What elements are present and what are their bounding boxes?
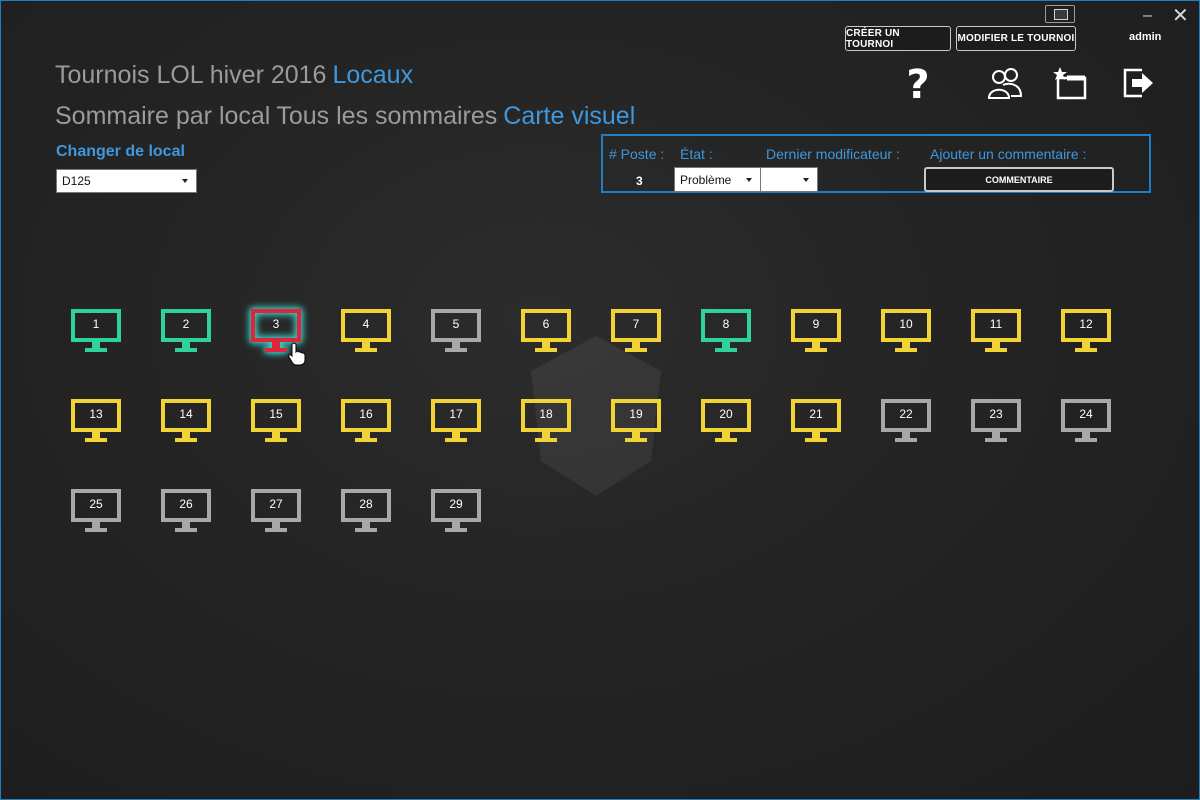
station-number: 26 — [179, 496, 193, 511]
station-12[interactable]: 12 — [1056, 301, 1116, 361]
nav-link-carte-visuel[interactable]: Carte visuel — [503, 102, 635, 130]
hand-cursor-icon — [288, 342, 306, 366]
local-select[interactable]: D125 — [56, 169, 197, 193]
station-number: 13 — [89, 406, 103, 421]
station-number: 28 — [359, 496, 373, 511]
station-20[interactable]: 20 — [696, 391, 756, 451]
station-number: 8 — [722, 316, 730, 331]
exit-icon[interactable] — [1120, 65, 1156, 101]
station-number: 1 — [92, 316, 100, 331]
station-21[interactable]: 21 — [786, 391, 846, 451]
modificateur-label: Dernier modificateur : — [766, 146, 900, 162]
station-number: 20 — [719, 406, 733, 421]
commentaire-label: Ajouter un commentaire : — [930, 146, 1087, 162]
station-6[interactable]: 6 — [516, 301, 576, 361]
station-info-panel: # Poste : État : Dernier modificateur : … — [601, 134, 1151, 193]
station-number: 23 — [989, 406, 1003, 421]
station-17[interactable]: 17 — [426, 391, 486, 451]
station-number: 14 — [179, 406, 193, 421]
dropdown-caret-icon — [746, 177, 752, 182]
station-number: 2 — [182, 316, 190, 331]
station-number: 6 — [542, 316, 550, 331]
station-28[interactable]: 28 — [336, 481, 396, 541]
poste-value: 3 — [636, 174, 643, 188]
app-window: – ✕ CRÉER UN TOURNOI MODIFIER LE TOURNOI… — [0, 0, 1200, 800]
station-27[interactable]: 27 — [246, 481, 306, 541]
station-26[interactable]: 26 — [156, 481, 216, 541]
station-number: 5 — [452, 316, 460, 331]
station-number: 7 — [632, 316, 640, 331]
station-1[interactable]: 1 — [66, 301, 126, 361]
poste-label: # Poste : — [609, 146, 665, 162]
change-local-label: Changer de local — [56, 143, 185, 160]
station-16[interactable]: 16 — [336, 391, 396, 451]
station-4[interactable]: 4 — [336, 301, 396, 361]
nav-link-tous-sommaires[interactable]: Tous les sommaires — [276, 102, 497, 130]
station-number: 3 — [272, 316, 280, 331]
new-window-icon[interactable] — [1053, 65, 1089, 101]
help-icon[interactable]: ? — [900, 65, 936, 101]
nav-link-sommaire-local[interactable]: Sommaire par local — [55, 102, 270, 130]
etat-label: État : — [680, 146, 713, 162]
station-number: 25 — [89, 496, 103, 511]
station-number: 4 — [362, 316, 370, 331]
station-number: 10 — [899, 316, 913, 331]
etat-select[interactable]: Problème — [674, 167, 761, 192]
title-row: Tournois LOL hiver 2016 Locaux — [55, 61, 419, 90]
station-11[interactable]: 11 — [966, 301, 1026, 361]
station-2[interactable]: 2 — [156, 301, 216, 361]
station-number: 16 — [359, 406, 373, 421]
minimize-button[interactable]: – — [1143, 7, 1152, 25]
station-19[interactable]: 19 — [606, 391, 666, 451]
nav-row: Sommaire par local Tous les sommaires Cart… — [55, 102, 641, 131]
dropdown-caret-icon — [182, 179, 188, 183]
comment-button[interactable]: COMMENTAIRE — [924, 167, 1114, 192]
station-number: 11 — [989, 316, 1003, 331]
station-25[interactable]: 25 — [66, 481, 126, 541]
local-select-value: D125 — [62, 174, 91, 188]
station-7[interactable]: 7 — [606, 301, 666, 361]
station-13[interactable]: 13 — [66, 391, 126, 451]
station-number: 27 — [269, 496, 283, 511]
station-number: 15 — [269, 406, 283, 421]
help-glyph: ? — [906, 65, 929, 101]
create-tournament-button[interactable]: CRÉER UN TOURNOI — [845, 26, 951, 51]
dropdown-caret-icon — [803, 177, 809, 182]
close-button[interactable]: ✕ — [1172, 6, 1189, 26]
users-icon[interactable] — [987, 65, 1023, 101]
station-number: 19 — [629, 406, 643, 421]
station-number: 22 — [899, 406, 913, 421]
station-10[interactable]: 10 — [876, 301, 936, 361]
station-5[interactable]: 5 — [426, 301, 486, 361]
station-number: 9 — [812, 316, 820, 331]
station-14[interactable]: 14 — [156, 391, 216, 451]
station-number: 24 — [1079, 406, 1093, 421]
station-15[interactable]: 15 — [246, 391, 306, 451]
current-user: admin — [1129, 31, 1162, 43]
window-snap-button[interactable] — [1045, 5, 1075, 23]
station-number: 21 — [809, 406, 823, 421]
etat-select-value: Problème — [680, 172, 732, 187]
station-9[interactable]: 9 — [786, 301, 846, 361]
station-18[interactable]: 18 — [516, 391, 576, 451]
modify-tournament-button[interactable]: MODIFIER LE TOURNOI — [956, 26, 1076, 51]
station-22[interactable]: 22 — [876, 391, 936, 451]
station-23[interactable]: 23 — [966, 391, 1026, 451]
station-number: 17 — [449, 406, 463, 421]
tournament-title: Tournois LOL hiver 2016 — [55, 61, 327, 89]
modificateur-select[interactable] — [760, 167, 818, 192]
station-8[interactable]: 8 — [696, 301, 756, 361]
station-29[interactable]: 29 — [426, 481, 486, 541]
station-number: 12 — [1079, 316, 1093, 331]
station-number: 18 — [539, 406, 553, 421]
station-24[interactable]: 24 — [1056, 391, 1116, 451]
station-number: 29 — [449, 496, 463, 511]
nav-link-locaux[interactable]: Locaux — [332, 61, 413, 89]
